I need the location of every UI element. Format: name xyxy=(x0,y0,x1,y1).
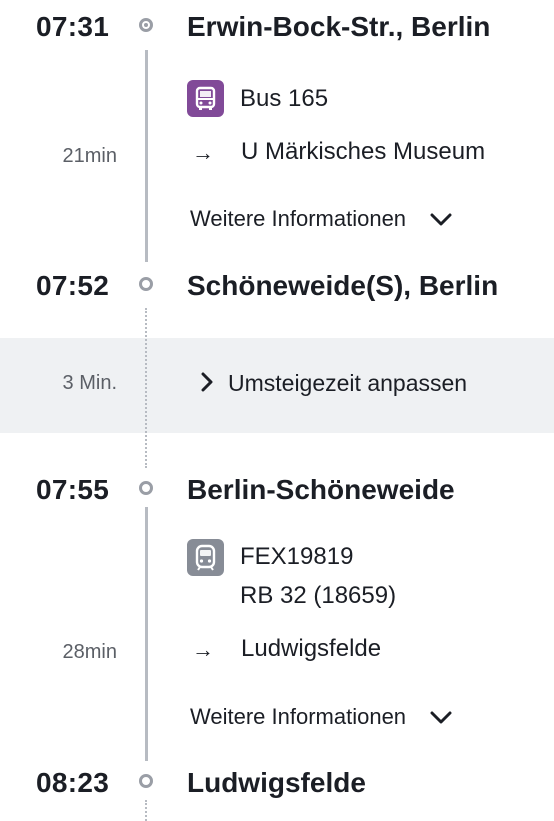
chevron-down-icon xyxy=(430,705,452,731)
arrow-right-icon: → xyxy=(192,637,214,662)
more-info-label: Weitere Informationen xyxy=(190,206,407,231)
transfer-dotted-line xyxy=(145,308,147,468)
transfer-duration: 3 Min. xyxy=(62,372,117,394)
timeline-line xyxy=(144,507,148,761)
arrival-station: Schöneweide(S), Berlin xyxy=(187,270,499,301)
bus-icon xyxy=(187,80,224,117)
line-name: FEX19819 xyxy=(240,543,354,570)
stop-node-icon xyxy=(139,774,153,788)
more-info-label: Weitere Informationen xyxy=(190,704,407,729)
start-node-icon xyxy=(139,18,153,32)
departure-time: 07:55 xyxy=(36,474,110,505)
train-icon xyxy=(187,539,224,576)
more-info-button[interactable]: Weitere Informationen xyxy=(190,704,452,731)
more-info-button[interactable]: Weitere Informationen xyxy=(190,206,452,233)
arrow-right-icon: → xyxy=(192,140,214,165)
chevron-right-icon xyxy=(200,371,214,399)
stop-node-icon xyxy=(139,277,153,291)
arrival-time: 07:52 xyxy=(36,270,110,301)
chevron-down-icon xyxy=(430,207,452,233)
ride-duration: 28min xyxy=(62,641,117,663)
stop-node-icon xyxy=(139,481,153,495)
departure-station: Berlin-Schöneweide xyxy=(187,474,455,505)
direction-destination: U Märkisches Museum xyxy=(241,138,486,165)
continuation-dotted-line xyxy=(145,800,147,821)
ride-duration: 21min xyxy=(62,145,117,167)
departure-time: 07:31 xyxy=(36,11,110,42)
line-subname: RB 32 (18659) xyxy=(240,582,397,609)
direction-destination: Ludwigsfelde xyxy=(241,635,382,662)
departure-station: Erwin-Bock-Str., Berlin xyxy=(187,11,491,42)
adjust-transfer-time-button[interactable]: Umsteigezeit anpassen xyxy=(200,370,467,399)
arrival-station: Ludwigsfelde xyxy=(187,767,366,798)
arrival-time: 08:23 xyxy=(36,767,110,798)
line-name: Bus 165 xyxy=(240,85,329,112)
adjust-transfer-label: Umsteigezeit anpassen xyxy=(228,370,468,396)
timeline-line xyxy=(144,50,148,262)
